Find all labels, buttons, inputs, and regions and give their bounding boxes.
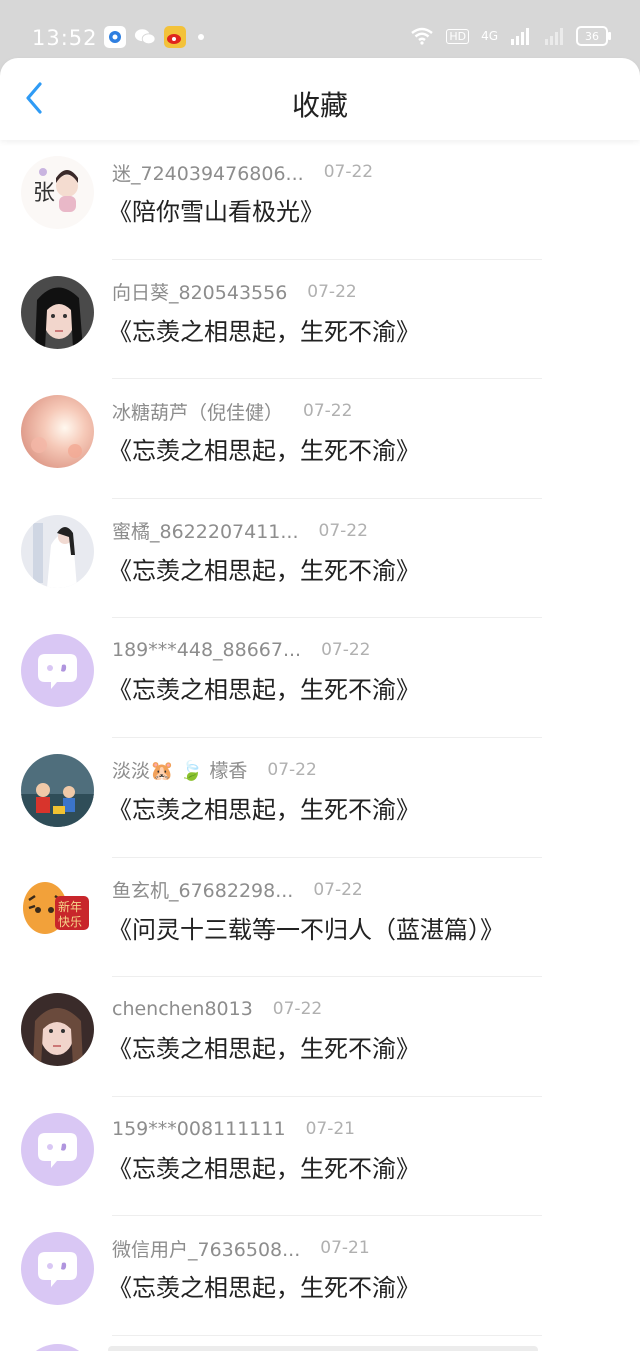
date: 07-22 bbox=[323, 162, 374, 182]
song-title: 《忘羡之相思起，生死不渝》 bbox=[108, 1035, 420, 1064]
avatar bbox=[21, 753, 94, 827]
default-avatar-icon bbox=[21, 1232, 94, 1306]
avatar bbox=[21, 514, 94, 588]
list-item[interactable]: 189***448_88667... 07-22 《忘羡之相思起，生死不渝》 bbox=[0, 618, 640, 738]
placeholder-line bbox=[108, 1346, 538, 1351]
user-name: 淡淡🐹 🍃 檬香 bbox=[112, 760, 248, 783]
date: 07-21 bbox=[305, 1118, 355, 1139]
date: 07-22 bbox=[307, 281, 357, 302]
status-right-icons: HD 4G 36 bbox=[410, 26, 611, 46]
browser-app-icon bbox=[104, 26, 126, 48]
date: 07-22 bbox=[318, 520, 368, 541]
list-item[interactable]: 冰糖葫芦（倪佳健） 07-22 《忘羡之相思起，生死不渝》 bbox=[0, 379, 640, 499]
svg-text:新年: 新年 bbox=[58, 899, 82, 914]
song-title: 《忘羡之相思起，生死不渝》 bbox=[108, 437, 420, 466]
hd-badge: HD bbox=[446, 28, 470, 44]
user-name: chenchen8013 bbox=[112, 998, 253, 1021]
user-name: 蜜橘_8622207411... bbox=[112, 521, 299, 544]
user-name: 微信用户_7636508... bbox=[112, 1238, 301, 1261]
song-title: 《忘羡之相思起，生死不渝》 bbox=[108, 556, 420, 585]
default-avatar-icon bbox=[21, 634, 94, 708]
signal-empty-icon bbox=[545, 28, 563, 45]
date: 07-21 bbox=[320, 1238, 370, 1259]
battery-icon: 36 bbox=[576, 26, 611, 46]
default-avatar-icon bbox=[21, 1112, 94, 1186]
avatar: 张 bbox=[21, 156, 94, 229]
list-item[interactable]: chenchen8013 07-22 《忘羡之相思起，生死不渝》 bbox=[0, 977, 640, 1097]
svg-text:张: 张 bbox=[33, 181, 55, 206]
user-name: 189***448_88667... bbox=[112, 639, 302, 662]
date: 07-22 bbox=[313, 879, 363, 900]
page-title: 收藏 bbox=[291, 89, 348, 122]
avatar: 新年 快乐 bbox=[21, 873, 94, 947]
favorites-list: 张 迷_724039476806... 07-22 《陪你雪山看极光》 向日葵_… bbox=[0, 140, 640, 1336]
song-title: 《忘羡之相思起，生死不渝》 bbox=[108, 676, 420, 705]
user-name: 迷_724039476806... bbox=[112, 162, 304, 185]
date: 07-22 bbox=[267, 759, 317, 780]
svg-text:快乐: 快乐 bbox=[58, 915, 82, 929]
battery-level: 36 bbox=[585, 29, 599, 43]
user-name: 159***008111111 bbox=[112, 1117, 286, 1140]
user-name: 冰糖葫芦（倪佳健） bbox=[112, 401, 284, 424]
avatar bbox=[21, 993, 94, 1067]
song-title: 《陪你雪山看极光》 bbox=[108, 198, 324, 226]
list-item-partial[interactable] bbox=[0, 1330, 640, 1351]
notification-icons bbox=[104, 26, 204, 48]
song-title: 《忘羡之相思起，生死不渝》 bbox=[108, 1154, 420, 1183]
song-title: 《忘羡之相思起，生死不渝》 bbox=[108, 795, 420, 824]
avatar bbox=[21, 275, 94, 349]
song-title: 《问灵十三载等一不归人（蓝湛篇）》 bbox=[108, 915, 504, 944]
list-item[interactable]: 微信用户_7636508... 07-21 《忘羡之相思起，生死不渝》 bbox=[0, 1216, 640, 1336]
user-name: 向日葵_820543556 bbox=[112, 282, 288, 305]
date: 07-22 bbox=[272, 999, 323, 1020]
list-item[interactable]: 新年 快乐 鱼玄机_67682298... 07-22 《问灵十三载等一不归人（… bbox=[0, 858, 640, 978]
wifi-icon bbox=[411, 27, 434, 45]
user-name: 鱼玄机_67682298... bbox=[112, 880, 294, 903]
list-item[interactable]: 蜜橘_8622207411... 07-22 《忘羡之相思起，生死不渝》 bbox=[0, 499, 640, 619]
more-notifications-dot bbox=[198, 34, 204, 40]
weibo-icon bbox=[164, 26, 186, 48]
wechat-icon bbox=[134, 26, 156, 48]
list-item[interactable]: 淡淡🐹 🍃 檬香 07-22 《忘羡之相思起，生死不渝》 bbox=[0, 738, 640, 858]
list-item[interactable]: 向日葵_820543556 07-22 《忘羡之相思起，生死不渝》 bbox=[0, 260, 640, 380]
signal-icon bbox=[511, 28, 529, 45]
avatar bbox=[21, 395, 94, 469]
date: 07-22 bbox=[321, 640, 371, 661]
nav-header: 收藏 bbox=[0, 58, 640, 140]
default-avatar-icon bbox=[21, 1344, 94, 1351]
song-title: 《忘羡之相思起，生死不渝》 bbox=[108, 1274, 420, 1303]
list-item[interactable]: 张 迷_724039476806... 07-22 《陪你雪山看极光》 bbox=[0, 140, 640, 260]
song-title: 《忘羡之相思起，生死不渝》 bbox=[108, 317, 420, 346]
network-label: 4G bbox=[481, 29, 498, 43]
list-item[interactable]: 159***008111111 07-21 《忘羡之相思起，生死不渝》 bbox=[0, 1097, 640, 1217]
status-time: 13:52 bbox=[32, 26, 98, 50]
date: 07-22 bbox=[303, 401, 353, 422]
